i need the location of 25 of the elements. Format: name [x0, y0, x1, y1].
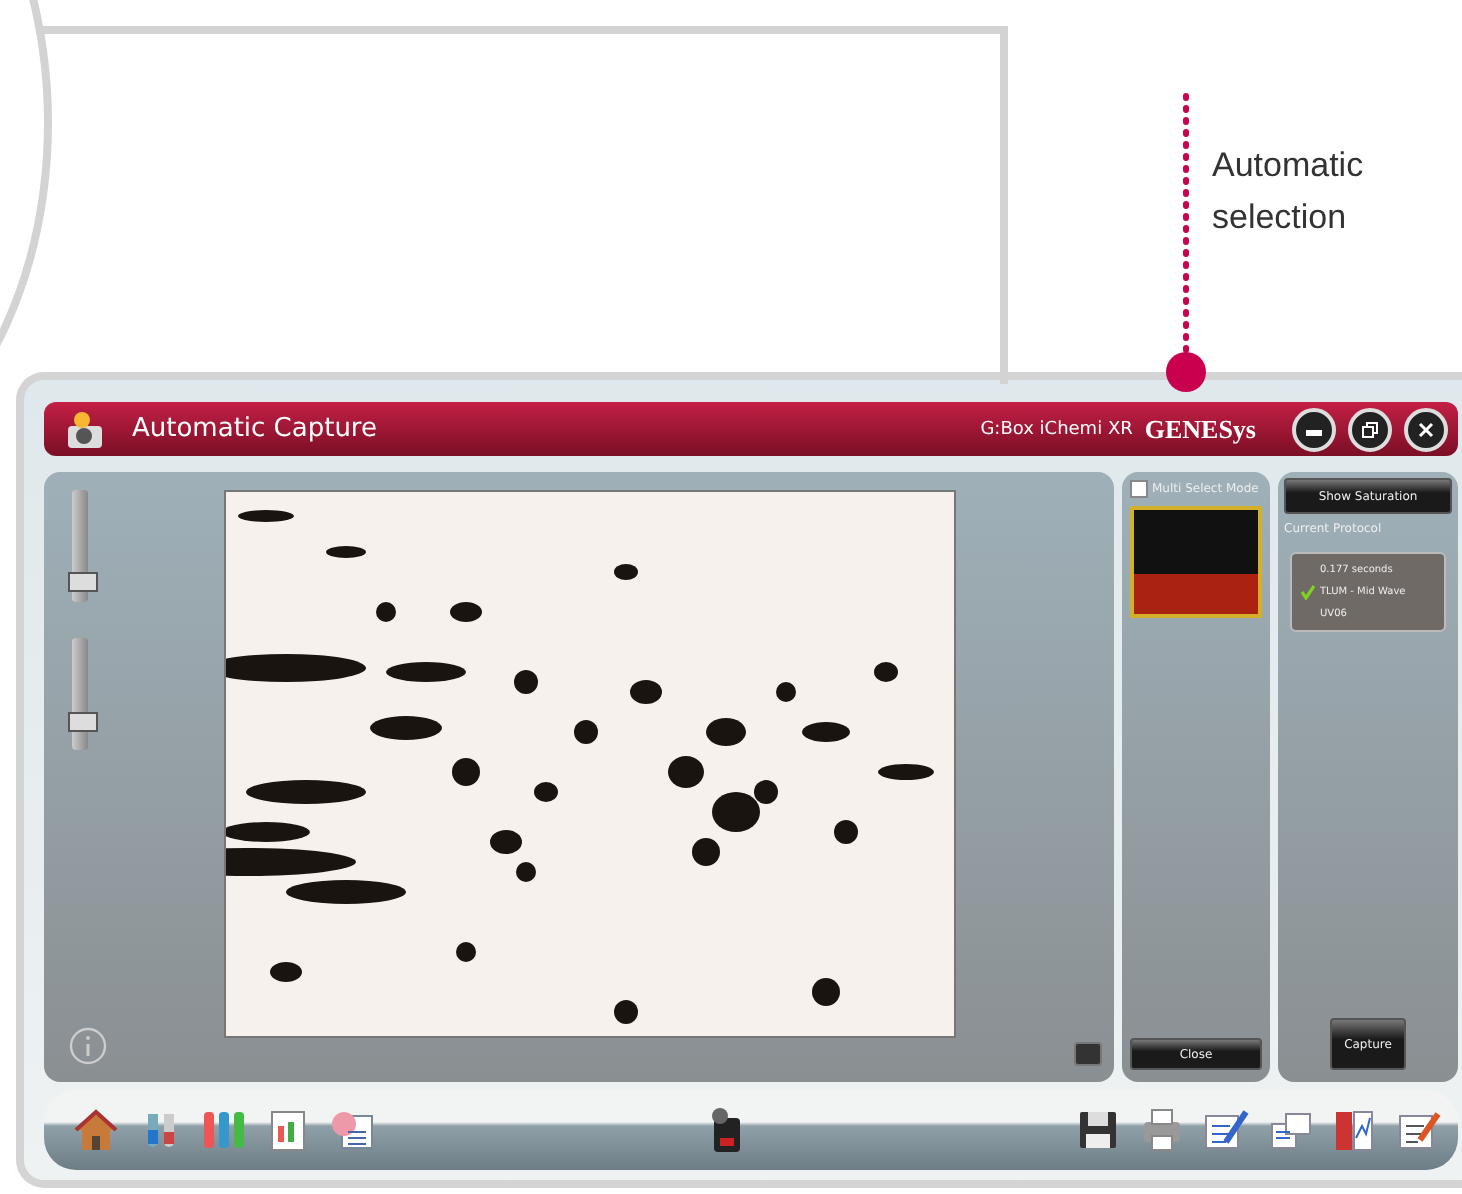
restore-button[interactable]: [1348, 407, 1392, 451]
minimize-button[interactable]: [1292, 407, 1336, 451]
slider-thumb[interactable]: [68, 571, 98, 592]
document-icon[interactable]: [328, 1106, 376, 1154]
vertical-slider[interactable]: [68, 490, 98, 602]
callout-label: Automatic selection: [1212, 144, 1366, 240]
house-icon[interactable]: [72, 1106, 120, 1154]
slider-thumb[interactable]: [68, 712, 98, 733]
small-button[interactable]: [1074, 1042, 1102, 1066]
checkbox[interactable]: [1130, 480, 1148, 498]
chart-icon[interactable]: [1330, 1106, 1378, 1154]
save-icon[interactable]: [1074, 1106, 1122, 1154]
notepad-pen-icon[interactable]: [1394, 1106, 1442, 1154]
tubes-rack-icon[interactable]: [200, 1106, 248, 1154]
printer-icon[interactable]: [1138, 1106, 1186, 1154]
vertical-slider[interactable]: [68, 638, 98, 750]
restore-icon: [1360, 419, 1380, 439]
edit-list-icon[interactable]: [1202, 1106, 1250, 1154]
window-title: Automatic Capture: [132, 414, 379, 444]
brand-logo: GENESys: [1144, 413, 1256, 445]
product-name: G:Box iChemi XR: [980, 419, 1133, 439]
camera-icon: [64, 409, 108, 449]
image-thumbnail[interactable]: [1130, 506, 1262, 618]
close-icon: [1416, 419, 1436, 439]
close-button[interactable]: [1404, 407, 1448, 451]
